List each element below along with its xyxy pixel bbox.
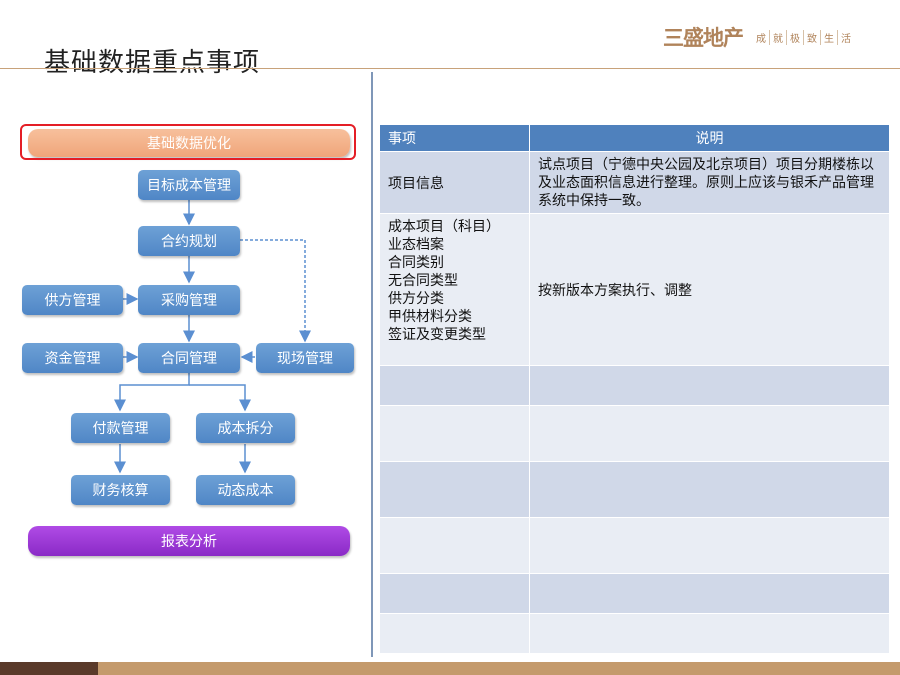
company-logo: 三盛地产 成 就 极 致 生 活 <box>663 22 854 52</box>
table-row <box>379 461 890 518</box>
supplier-box: 供方管理 <box>22 285 123 315</box>
vertical-divider <box>371 72 373 657</box>
item-line: 甲供材料分类 <box>388 309 472 325</box>
contract-plan-box: 合约规划 <box>138 226 240 256</box>
header-desc: 说明 <box>529 124 890 152</box>
item-cell <box>379 573 530 614</box>
site-box: 现场管理 <box>256 343 354 373</box>
dynamic-cost-box: 动态成本 <box>196 475 295 505</box>
item-cell <box>379 517 530 574</box>
arrow-contract-plan-to-site <box>240 239 311 343</box>
item-cell <box>379 365 530 406</box>
table-row: 成本项目（科目） 业态档案 合同类别 无合同类型 供方分类 甲供材料分类 签证及… <box>379 213 890 366</box>
report-analysis-banner: 报表分析 <box>28 526 350 556</box>
desc-cell <box>529 405 890 462</box>
desc-cell: 按新版本方案执行、调整 <box>529 213 890 366</box>
item-cell: 成本项目（科目） 业态档案 合同类别 无合同类型 供方分类 甲供材料分类 签证及… <box>379 213 530 366</box>
cost-split-box: 成本拆分 <box>196 413 295 443</box>
slogan-char: 就 <box>769 29 786 45</box>
logo-slogan: 成 就 极 致 生 活 <box>753 29 854 45</box>
header-item: 事项 <box>379 124 530 152</box>
item-cell: 项目信息 <box>379 151 530 214</box>
items-table: 事项 说明 项目信息 试点项目（宁德中央公园及北京项目）项目分期楼栋以及业态面积… <box>379 124 890 654</box>
desc-cell <box>529 573 890 614</box>
footer-bar-dark <box>0 662 98 675</box>
table-row <box>379 573 890 614</box>
payment-box: 付款管理 <box>71 413 170 443</box>
item-cell <box>379 405 530 462</box>
desc-cell <box>529 365 890 406</box>
item-cell <box>379 461 530 518</box>
slogan-char: 活 <box>837 29 854 45</box>
slogan-char: 成 <box>756 33 766 45</box>
table-row <box>379 365 890 406</box>
item-line: 无合同类型 <box>388 273 458 289</box>
desc-cell <box>529 517 890 574</box>
table-row <box>379 405 890 462</box>
funds-box: 资金管理 <box>22 343 123 373</box>
item-line: 签证及变更类型 <box>388 327 486 343</box>
desc-cell <box>529 613 890 654</box>
item-line: 成本项目（科目） <box>388 219 500 235</box>
item-line: 供方分类 <box>388 291 444 307</box>
arrow-contract-to-cost-split <box>189 384 251 412</box>
arrow-contract-to-payment <box>114 373 190 412</box>
item-line: 合同类别 <box>388 255 444 271</box>
desc-cell <box>529 461 890 518</box>
slogan-char: 生 <box>820 29 837 45</box>
table-header-row: 事项 说明 <box>379 124 890 152</box>
item-cell <box>379 613 530 654</box>
table-row <box>379 517 890 574</box>
target-cost-box: 目标成本管理 <box>138 170 240 200</box>
slogan-char: 致 <box>803 29 820 45</box>
logo-mark: 三盛地产 <box>663 26 744 50</box>
footer-bar-light <box>98 662 900 675</box>
contract-box: 合同管理 <box>138 343 240 373</box>
slogan-char: 极 <box>786 29 803 45</box>
procurement-box: 采购管理 <box>138 285 240 315</box>
item-line: 业态档案 <box>388 237 444 253</box>
table-row: 项目信息 试点项目（宁德中央公园及北京项目）项目分期楼栋以及业态面积信息进行整理… <box>379 151 890 214</box>
highlight-frame <box>20 124 356 160</box>
desc-cell: 试点项目（宁德中央公园及北京项目）项目分期楼栋以及业态面积信息进行整理。原则上应… <box>529 151 890 214</box>
table-row <box>379 613 890 654</box>
accounting-box: 财务核算 <box>71 475 170 505</box>
